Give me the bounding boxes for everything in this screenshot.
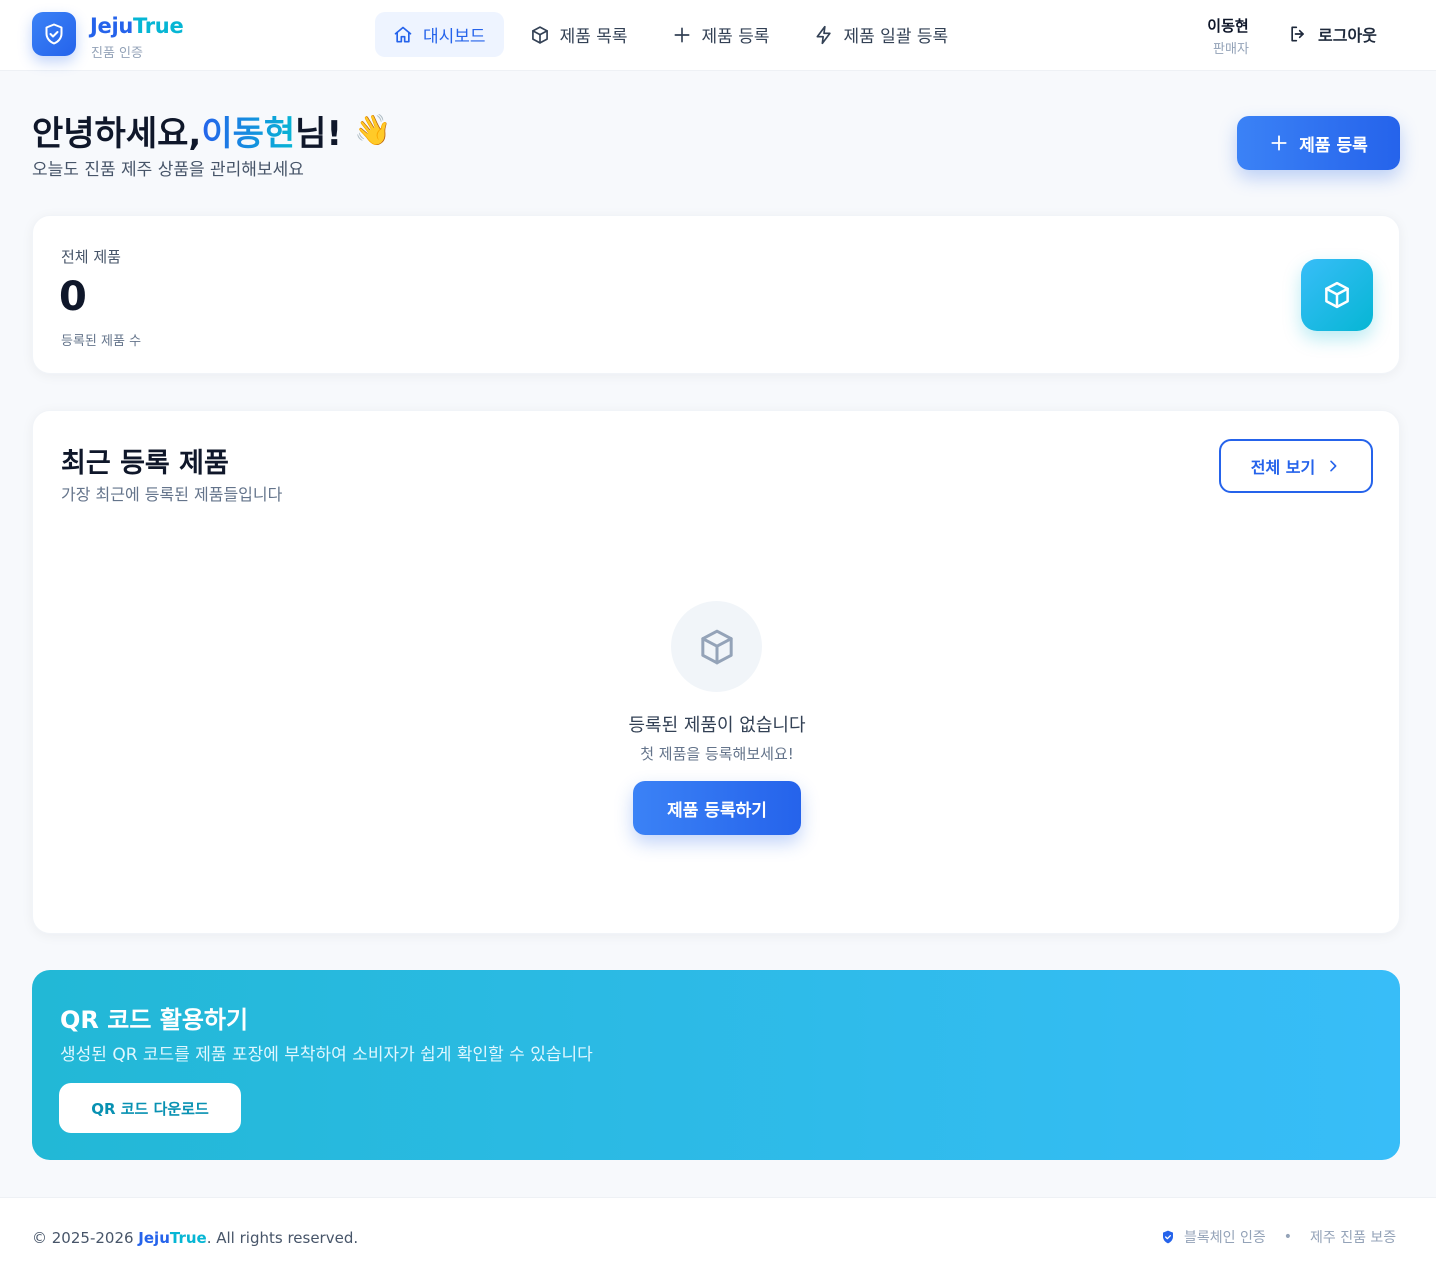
empty-state-box-icon [671, 601, 762, 692]
page-title: 안녕하세요, 이동현 님! 👋 [32, 106, 391, 155]
plus-icon [674, 27, 690, 43]
qr-code-banner: QR 코드 활용하기 생성된 QR 코드를 제품 포장에 부착하여 소비자가 쉽… [32, 970, 1400, 1160]
user-role: 판매자 [1213, 42, 1249, 57]
greeting-prefix: 안녕하세요, [32, 114, 202, 154]
qr-download-button[interactable]: QR 코드 다운로드 [59, 1083, 241, 1133]
nav-item-product-list[interactable]: 제품 목록 [512, 12, 646, 57]
register-product-label: 제품 등록 [1299, 135, 1368, 156]
brand-subtitle: 진품 인증 [91, 46, 143, 61]
copyright-prefix: © 2025-2026 [32, 1229, 139, 1247]
box-icon [1301, 259, 1373, 331]
logout-button[interactable]: 로그아웃 [1288, 22, 1377, 46]
greeting-user-name: 이동현 [201, 106, 295, 155]
stat-label: 전체 제품 [61, 248, 121, 266]
home-icon [394, 26, 412, 43]
copyright: © 2025-2026 JejuTrue. All rights reserve… [32, 1229, 358, 1247]
main-nav: 대시보드 제품 목록 제품 등록 제품 일괄 등록 [375, 12, 974, 57]
footer: © 2025-2026 JejuTrue. All rights reserve… [0, 1197, 1436, 1287]
section-title: 최근 등록 제품 [61, 448, 229, 479]
total-products-card: 전체 제품 0 등록된 제품 수 [32, 215, 1400, 374]
nav-label: 제품 일괄 등록 [843, 27, 949, 47]
nav-label: 대시보드 [423, 27, 486, 47]
shield-check-icon [1163, 1230, 1173, 1244]
logo-shield-icon[interactable] [32, 12, 76, 56]
nav-item-product-register[interactable]: 제품 등록 [654, 12, 788, 57]
nav-label: 제품 등록 [701, 27, 770, 47]
lightning-icon [816, 25, 831, 44]
register-product-button[interactable]: 제품 등록 [1237, 116, 1400, 170]
empty-register-button[interactable]: 제품 등록하기 [633, 781, 801, 835]
chevron-right-icon [1330, 460, 1337, 472]
footer-brand: JejuTrue [138, 1229, 207, 1247]
stat-value: 0 [59, 274, 87, 320]
recent-products-card: 최근 등록 제품 가장 최근에 등록된 제품들입니다 전체 보기 등록된 제품이… [32, 410, 1400, 934]
nav-item-bulk-register[interactable]: 제품 일괄 등록 [796, 12, 967, 57]
box-icon [531, 25, 548, 44]
waving-hand-icon: 👋 [353, 113, 392, 148]
logout-icon [1291, 26, 1304, 42]
greeting-subtitle: 오늘도 진품 제주 상품을 관리해보세요 [32, 160, 304, 180]
top-header: JejuTrue 진품 인증 대시보드 제품 목록 제품 등록 제품 일괄 등록 [0, 0, 1436, 71]
blockchain-badge: 블록체인 인증 [1184, 1230, 1266, 1246]
view-all-label: 전체 보기 [1250, 458, 1316, 477]
footer-badges: 블록체인 인증 • 제주 진품 보증 [1160, 1227, 1396, 1247]
stat-sublabel: 등록된 제품 수 [61, 334, 142, 349]
empty-state-subtitle: 첫 제품을 등록해보세요! [640, 745, 794, 763]
nav-item-dashboard[interactable]: 대시보드 [375, 12, 504, 57]
section-subtitle: 가장 최근에 등록된 제품들입니다 [61, 485, 283, 504]
plus-icon [1271, 135, 1287, 151]
separator-dot: • [1283, 1229, 1292, 1245]
user-name: 이동현 [1207, 17, 1249, 35]
qr-subtitle: 생성된 QR 코드를 제품 포장에 부착하여 소비자가 쉽게 확인할 수 있습니… [60, 1045, 593, 1065]
empty-state-title: 등록된 제품이 없습니다 [628, 715, 806, 736]
qr-title: QR 코드 활용하기 [60, 1006, 249, 1034]
nav-label: 제품 목록 [559, 27, 628, 47]
brand-name[interactable]: JejuTrue [90, 14, 184, 38]
greeting-suffix: 님! [295, 114, 342, 154]
guarantee-badge: 제주 진품 보증 [1310, 1230, 1397, 1246]
copyright-suffix: . All rights reserved. [206, 1229, 359, 1247]
view-all-button[interactable]: 전체 보기 [1219, 439, 1373, 493]
logout-label: 로그아웃 [1318, 26, 1377, 45]
